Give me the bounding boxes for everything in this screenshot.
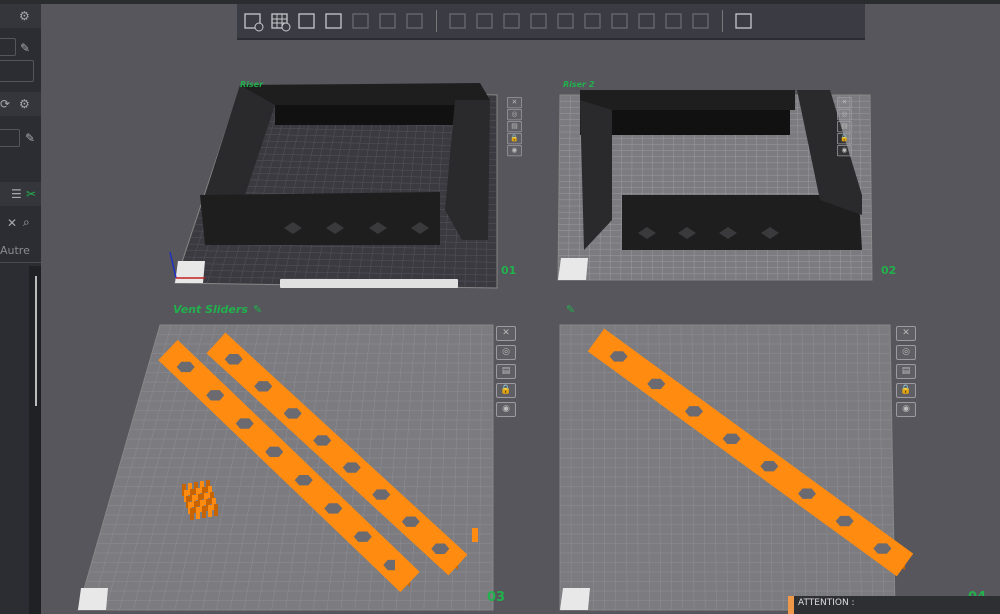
view-plate-icon[interactable]: ◉ [896,402,916,417]
view-plate-icon[interactable]: ◉ [496,402,516,417]
edit-plate-name-icon[interactable]: ✎ [253,303,262,316]
add-object-icon[interactable] [241,9,265,33]
lock-plate-icon[interactable]: 🔒 [837,133,852,145]
list-icon[interactable]: ☰ [11,187,22,201]
notification-title: ATTENTION : [798,598,855,608]
lock-plate-icon[interactable]: 🔒 [507,133,522,145]
plate-origin-marker [558,258,588,280]
plate-number-3: 03 [487,590,506,605]
plate-1-buttons: ✕ ◎ ▤ 🔒 ◉ [507,97,522,157]
delete-plate-icon[interactable]: ✕ [837,97,852,109]
slider-peg [897,553,903,567]
cut-icon[interactable] [635,9,659,33]
peg-part [208,505,212,517]
plate-name-2[interactable]: Riser 2 [563,80,594,89]
printer-section-header: ⚙ [0,4,41,28]
assembly-icon[interactable] [732,9,756,33]
auto-orient-icon[interactable] [295,9,319,33]
split-objects-icon[interactable]: ✂ [26,187,36,201]
plate-settings-icon[interactable]: ▤ [507,121,522,133]
arrange-plate-icon[interactable]: ◎ [837,109,852,121]
peg-part [190,508,194,520]
slider-peg [395,560,401,574]
riser-2-frame [622,195,862,250]
scale-icon[interactable] [500,9,524,33]
plate-settings-icon[interactable]: ▤ [496,364,516,379]
peg-part [196,507,200,519]
plate-settings-icon[interactable]: ▤ [837,121,852,133]
edit-icon[interactable]: ✎ [20,41,30,55]
plate-name-1[interactable]: Riser [240,80,263,89]
plate-2-buttons: ✕ ◎ ▤ 🔒 ◉ [837,97,852,157]
lay-on-face-icon[interactable] [527,9,551,33]
plate-number-2: 02 [881,264,897,277]
peg-part [214,504,218,516]
objects-section-header: ☰ ✂ [0,182,41,206]
sync-icon[interactable]: ⟳ [0,97,10,111]
lock-plate-icon[interactable]: 🔒 [496,383,516,398]
split-icon[interactable] [554,9,578,33]
close-icon[interactable]: ✕ [7,216,17,230]
filament-section-header: ⟳ ⚙ [0,92,41,116]
arrange-plate-icon[interactable]: ◎ [496,345,516,360]
plate-origin-marker [560,588,590,610]
plate-disabled-icon[interactable] [376,9,400,33]
plate-1-status-bar [280,279,458,288]
printer-select[interactable] [0,38,16,56]
plate-origin-marker [175,261,205,283]
object-list-scrollbar[interactable] [29,266,41,614]
plate-3-buttons: ✕ ◎ ▤ 🔒 ◉ [496,326,516,417]
support-paint-icon[interactable] [608,9,632,33]
divider [0,262,41,263]
plate-settings-icon[interactable]: ▤ [896,364,916,379]
text-icon[interactable] [662,9,686,33]
layers-icon[interactable] [403,9,427,33]
warning-notification[interactable]: ATTENTION : [788,596,1000,614]
edit-icon[interactable]: ✎ [25,131,35,145]
main-toolbar [237,4,865,40]
plate-number-1: 01 [501,264,517,277]
gear-icon[interactable]: ⚙ [19,9,30,23]
riser-2-frame [612,110,790,135]
riser-frame [200,192,440,245]
left-sidebar: ⚙ ✎ ⟳ ⚙ ✎ ☰ ✂ ✕ ⌕ Autre [0,4,41,614]
delete-plate-icon[interactable]: ✕ [896,326,916,341]
move-icon[interactable] [446,9,470,33]
arrange-plate-icon[interactable]: ◎ [507,109,522,121]
slider-peg [472,528,478,542]
orient-disabled-icon[interactable] [349,9,373,33]
view-plate-icon[interactable]: ◉ [837,145,852,157]
add-plate-icon[interactable] [268,9,292,33]
delete-plate-icon[interactable]: ✕ [496,326,516,341]
plate-name-3[interactable]: Vent Sliders [173,303,248,316]
edit-plate-name-icon[interactable]: ✎ [566,303,575,316]
view-plate-icon[interactable]: ◉ [507,145,522,157]
delete-plate-icon[interactable]: ✕ [507,97,522,109]
plate-origin-marker [78,588,108,610]
plate-type-select[interactable] [0,60,34,82]
boolean-icon[interactable] [581,9,605,33]
filter-tab-other[interactable]: Autre [0,244,30,257]
filament-select[interactable] [0,129,20,147]
riser-frame [275,105,460,125]
arrange-icon[interactable] [322,9,346,33]
rotate-icon[interactable] [473,9,497,33]
z-axis [169,251,177,279]
gear-icon[interactable]: ⚙ [19,97,30,111]
search-icon[interactable]: ⌕ [23,215,30,229]
color-paint-icon[interactable] [689,9,713,33]
toolbar-separator [722,10,723,32]
plate-4-buttons: ✕ ◎ ▤ 🔒 ◉ [896,326,916,417]
lock-plate-icon[interactable]: 🔒 [896,383,916,398]
toolbar-separator [436,10,437,32]
peg-part [202,506,206,518]
arrange-plate-icon[interactable]: ◎ [896,345,916,360]
